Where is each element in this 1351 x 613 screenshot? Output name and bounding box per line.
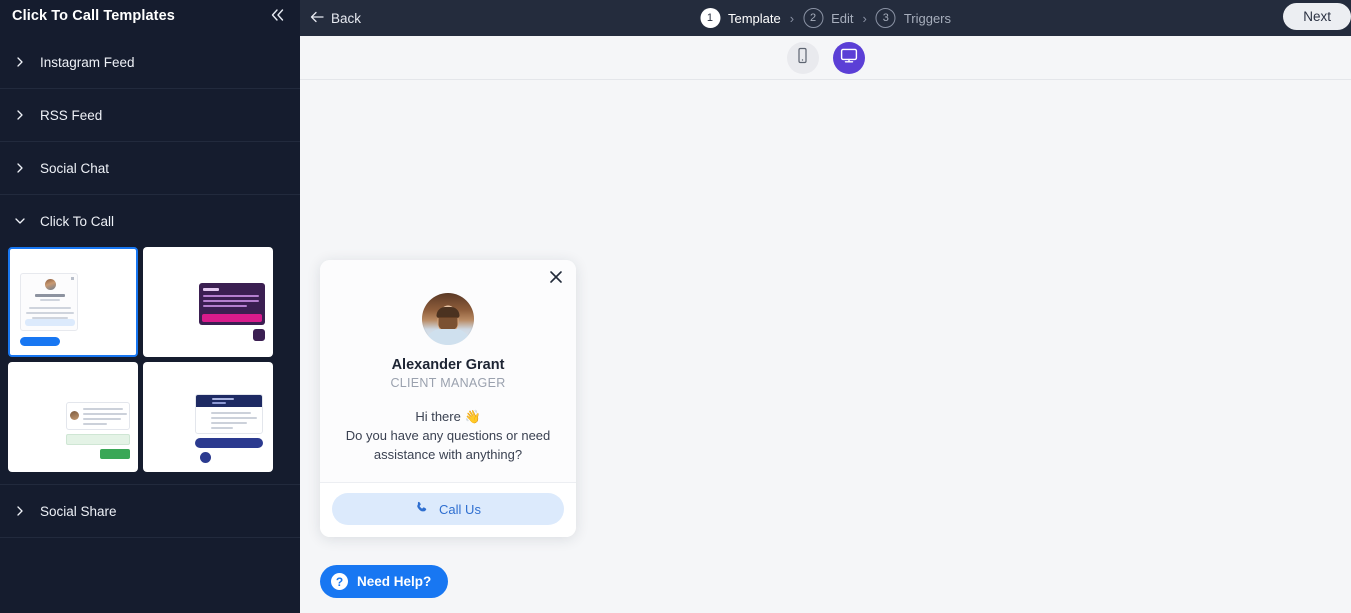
mobile-view-button[interactable] (786, 41, 819, 74)
back-button-label: Back (331, 10, 362, 26)
chevron-right-icon (14, 56, 26, 68)
sidebar-item-label: Click To Call (40, 213, 115, 229)
template-thumbnail-2[interactable] (143, 247, 273, 357)
need-help-preview (20, 337, 60, 346)
chevron-down-icon (14, 215, 26, 227)
sidebar: Click To Call Templates Instagram Feed R… (0, 0, 300, 613)
fab-preview (200, 452, 211, 463)
desktop-view-button[interactable] (832, 41, 865, 74)
chevron-right-icon (14, 109, 26, 121)
sidebar-item-click-to-call: Click To Call (0, 194, 300, 484)
page-title: Click To Call Templates (12, 8, 175, 24)
step-label: Template (727, 10, 781, 26)
sidebar-item-label: Instagram Feed (40, 54, 135, 70)
sidebar-divider-bottom (0, 537, 300, 538)
contact-role: CLIENT MANAGER (390, 376, 506, 390)
avatar (422, 293, 474, 345)
need-help-button[interactable]: ? Need Help? (320, 565, 449, 598)
template-thumbnail-grid (0, 247, 300, 484)
step-number: 2 (803, 8, 824, 28)
step-number: 1 (699, 8, 720, 28)
need-help-label: Need Help? (357, 574, 432, 589)
main-panel: Back 1 Template › 2 Edit › 3 Triggers Ne… (300, 0, 1351, 613)
thumb-preview (66, 402, 130, 430)
greeting-line: Hi there 👋 (415, 409, 481, 424)
chevron-double-left-icon[interactable] (269, 8, 286, 25)
call-button-preview (195, 438, 263, 448)
call-us-label: Call Us (439, 501, 481, 517)
sidebar-item-label: Social Chat (40, 160, 110, 176)
device-preview-toggle (300, 36, 1351, 80)
contact-name: Alexander Grant (391, 357, 505, 373)
phone-icon (415, 500, 430, 518)
sidebar-item-social-share: Social Share (0, 484, 300, 537)
step-triggers[interactable]: 3 Triggers (875, 8, 952, 28)
call-button-preview (25, 319, 75, 326)
sidebar-sections: Instagram Feed RSS Feed Social Chat Clic… (0, 36, 300, 538)
click-to-call-widget: Alexander Grant CLIENT MANAGER Hi there … (320, 260, 576, 537)
message-line: Do you have any questions or need assist… (345, 428, 551, 462)
step-edit[interactable]: 2 Edit (803, 8, 853, 28)
thumb-preview (20, 273, 78, 331)
wizard-stepper: 1 Template › 2 Edit › 3 Triggers (699, 8, 952, 28)
call-button-preview (202, 314, 262, 322)
arrow-left-icon (310, 11, 324, 25)
sidebar-row[interactable]: Instagram Feed (0, 36, 300, 88)
input-preview (66, 434, 130, 445)
widget-footer: Call Us (320, 482, 576, 537)
top-bar: Back 1 Template › 2 Edit › 3 Triggers Ne… (300, 0, 1351, 36)
step-number: 3 (875, 8, 896, 28)
step-label: Triggers (903, 10, 952, 26)
chevron-right-icon (14, 162, 26, 174)
step-separator-icon: › (789, 10, 795, 26)
thumb-preview (199, 283, 265, 325)
preview-canvas: Alexander Grant CLIENT MANAGER Hi there … (300, 80, 1351, 613)
mobile-icon (796, 47, 809, 69)
sidebar-row[interactable]: RSS Feed (0, 89, 300, 141)
template-thumbnail-1[interactable] (8, 247, 138, 357)
widget-greeting: Hi there 👋 Do you have any questions or … (336, 407, 560, 464)
chevron-right-icon (14, 505, 26, 517)
sidebar-item-instagram-feed: Instagram Feed (0, 36, 300, 88)
sidebar-item-rss-feed: RSS Feed (0, 88, 300, 141)
sidebar-item-label: RSS Feed (40, 107, 103, 123)
close-x-icon[interactable] (548, 269, 564, 285)
avatar (70, 411, 79, 420)
sidebar-row[interactable]: Social Share (0, 485, 300, 537)
app-root: Click To Call Templates Instagram Feed R… (0, 0, 1351, 613)
fab-preview (253, 329, 265, 341)
sidebar-row[interactable]: Click To Call (0, 195, 300, 247)
question-mark-circle-icon: ? (331, 573, 348, 590)
close-icon (71, 277, 74, 280)
call-us-button[interactable]: Call Us (332, 493, 564, 525)
next-button[interactable]: Next (1283, 3, 1351, 30)
desktop-monitor-icon (840, 47, 858, 69)
sidebar-item-social-chat: Social Chat (0, 141, 300, 194)
widget-body: Alexander Grant CLIENT MANAGER Hi there … (320, 260, 576, 482)
step-template[interactable]: 1 Template (699, 8, 781, 28)
avatar (45, 279, 56, 290)
step-separator-icon: › (862, 10, 867, 26)
sidebar-row[interactable]: Social Chat (0, 142, 300, 194)
back-button[interactable]: Back (310, 11, 361, 26)
template-thumbnail-3[interactable] (8, 362, 138, 472)
thumb-preview (195, 394, 263, 434)
sidebar-header: Click To Call Templates (0, 0, 300, 32)
step-label: Edit (831, 10, 854, 26)
template-thumbnail-4[interactable] (143, 362, 273, 472)
sidebar-item-label: Social Share (40, 503, 117, 519)
send-button-preview (100, 449, 130, 459)
